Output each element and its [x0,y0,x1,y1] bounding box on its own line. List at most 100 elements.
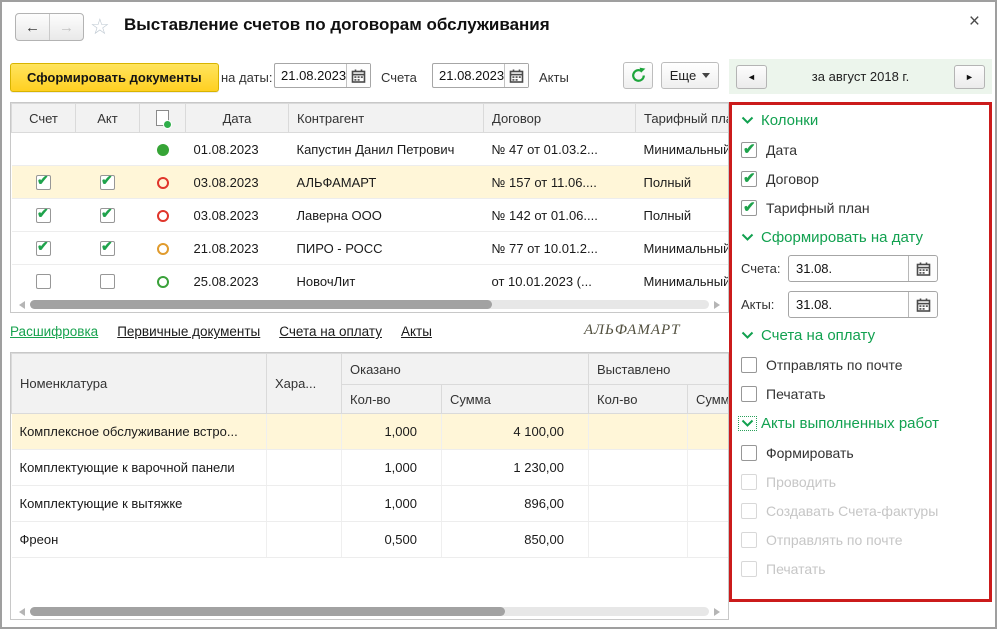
option-show-contract[interactable]: Договор [741,171,983,187]
section-completed-work-acts[interactable]: Акты выполненных работ [741,415,983,432]
column-header-contractor[interactable]: Контрагент [289,104,484,133]
chevron-down-icon [741,233,754,242]
act-checkbox[interactable] [100,241,115,256]
acts-date-field[interactable]: 31.08. [788,291,938,318]
table-row[interactable]: 01.08.2023 Капустин Данил Петрович № 47 … [12,133,730,166]
status-icon [157,144,169,156]
acts-date-label: Акты: [741,297,788,312]
calendar-icon [916,262,931,276]
option-show-date[interactable]: Дата [741,142,983,158]
column-header-invoice[interactable]: Счет [12,104,76,133]
scroll-left-icon[interactable] [15,301,25,309]
scrollbar-track[interactable] [30,607,709,616]
generate-documents-button[interactable]: Сформировать документы [10,63,219,92]
column-header-billed-sum[interactable]: Сумма [688,385,730,414]
scroll-left-icon[interactable] [15,608,25,616]
act-date-value[interactable]: 21.08.2023 [433,64,504,87]
status-icon [157,276,169,288]
scrollbar-track[interactable] [30,300,709,309]
invoice-date-value[interactable]: 21.08.2023 [275,64,346,87]
tab-invoices[interactable]: Счета на оплату [279,324,382,339]
next-period-button[interactable]: ► [954,65,985,89]
column-header-characteristic[interactable]: Хара... [267,354,342,414]
scroll-right-icon[interactable] [714,301,724,309]
settings-panel: Колонки Дата Договор Тарифный план Сформ… [729,102,992,602]
table-row[interactable]: Фреон 0,500 850,00 [12,522,730,558]
calendar-button[interactable] [908,292,937,317]
refresh-button[interactable] [623,62,653,89]
checkbox [741,357,757,373]
calendar-button[interactable] [908,256,937,281]
checkbox [741,142,757,158]
option-invoices-print[interactable]: Печатать [741,386,983,402]
table-row[interactable]: Комплексное обслуживание встро... 1,000 … [12,414,730,450]
option-label: Печатать [766,386,826,402]
previous-period-button[interactable]: ◄ [736,65,767,89]
section-columns[interactable]: Колонки [741,112,983,129]
invoice-calendar-button[interactable] [346,64,370,87]
column-header-date[interactable]: Дата [186,104,289,133]
acts-date-value[interactable]: 31.08. [789,292,908,317]
invoice-checkbox[interactable] [36,241,51,256]
horizontal-scrollbar[interactable] [11,297,728,312]
section-title: Счета на оплату [761,327,875,344]
act-date-field[interactable]: 21.08.2023 [432,63,529,88]
column-group-provided[interactable]: Оказано [342,354,589,385]
current-cell: Комплексное обслуживание встро... [12,414,267,450]
history-nav: ← → [15,13,84,41]
column-header-provided-sum[interactable]: Сумма [442,385,589,414]
act-checkbox[interactable] [100,175,115,190]
back-button[interactable]: ← [16,14,50,40]
option-label: Отправлять по почте [766,357,903,373]
section-generate-on-date[interactable]: Сформировать на дату [741,229,983,246]
more-button[interactable]: Еще [661,62,719,89]
act-checkbox[interactable] [100,208,115,223]
column-header-act[interactable]: Акт [76,104,140,133]
invoice-checkbox[interactable] [36,274,51,289]
section-invoices-for-payment[interactable]: Счета на оплату [741,327,983,344]
column-header-billed-qty[interactable]: Кол-во [589,385,688,414]
forward-arrow-icon: → [59,19,74,36]
scrollbar-thumb[interactable] [30,607,505,616]
column-header-status[interactable] [140,104,186,133]
table-row[interactable]: 25.08.2023 НовочЛит от 10.01.2023 (... М… [12,265,730,298]
scroll-right-icon[interactable] [714,608,724,616]
checkbox [741,386,757,402]
section-title: Колонки [761,112,818,129]
invoices-date-field[interactable]: 31.08. [788,255,938,282]
invoices-date-value[interactable]: 31.08. [789,256,908,281]
table-row[interactable]: 03.08.2023 Лаверна ООО № 142 от 01.06...… [12,199,730,232]
option-acts-generate[interactable]: Формировать [741,445,983,461]
column-group-billed[interactable]: Выставлено [589,354,730,385]
horizontal-scrollbar[interactable] [11,604,728,619]
favorite-star-icon[interactable]: ☆ [90,14,110,40]
table-row[interactable]: 03.08.2023 АЛЬФАМАРТ № 157 от 11.06.... … [12,166,730,199]
checkbox [741,171,757,187]
option-label: Печатать [766,561,826,577]
option-show-tariff[interactable]: Тарифный план [741,200,983,216]
table-row[interactable]: 21.08.2023 ПИРО - РОСС № 77 от 10.01.2..… [12,232,730,265]
contracts-table: Счет Акт Дата Контрагент Договор Тарифны… [10,102,729,313]
tab-decryption[interactable]: Расшифровка [10,324,98,339]
status-icon [157,177,169,189]
forward-button[interactable]: → [50,14,83,40]
invoice-checkbox[interactable] [36,175,51,190]
more-button-label: Еще [670,68,696,83]
act-checkbox[interactable] [100,274,115,289]
close-icon[interactable]: × [969,11,980,33]
act-calendar-button[interactable] [504,64,528,87]
invoice-checkbox[interactable] [36,208,51,223]
column-header-nomenclature[interactable]: Номенклатура [12,354,267,414]
scrollbar-thumb[interactable] [30,300,492,309]
column-header-tariff[interactable]: Тарифный план [636,104,730,133]
generate-acts-date-row: Акты: 31.08. [741,291,983,318]
table-row[interactable]: Комплектующие к вытяжке 1,000 896,00 [12,486,730,522]
table-row[interactable]: Комплектующие к варочной панели 1,000 1 … [12,450,730,486]
detail-table: Номенклатура Хара... Оказано Выставлено … [10,352,729,620]
invoice-date-field[interactable]: 21.08.2023 [274,63,371,88]
column-header-contract[interactable]: Договор [484,104,636,133]
column-header-provided-qty[interactable]: Кол-во [342,385,442,414]
tab-acts[interactable]: Акты [401,324,432,339]
option-invoices-send-mail[interactable]: Отправлять по почте [741,357,983,373]
tab-primary-documents[interactable]: Первичные документы [117,324,260,339]
